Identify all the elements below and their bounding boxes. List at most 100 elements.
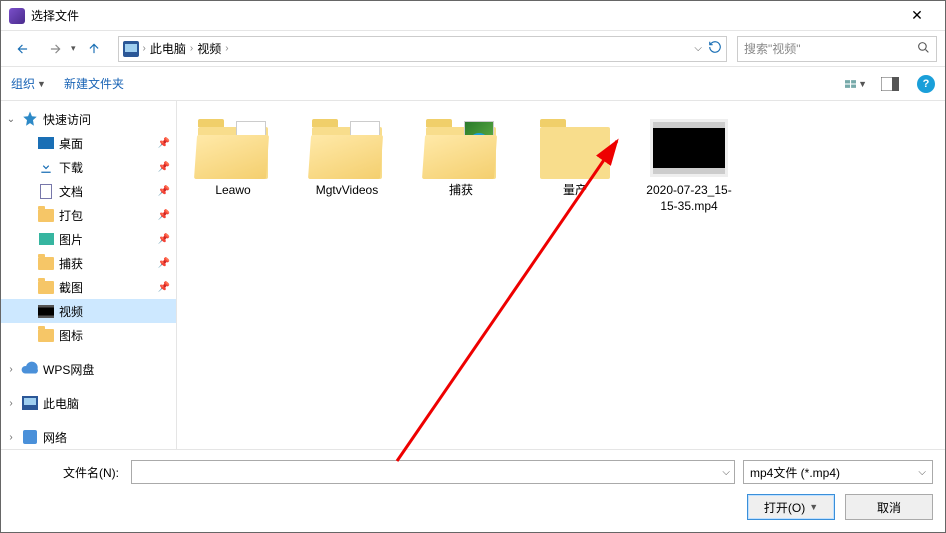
- file-item[interactable]: 2020-07-23_15-15-35.mp4: [641, 115, 737, 218]
- pin-icon: 📌: [158, 186, 170, 197]
- chevron-right-icon: ›: [1, 364, 21, 375]
- up-button[interactable]: [80, 35, 108, 63]
- sidebar-item-label: 截图: [59, 279, 83, 296]
- sidebar: ⌄ 快速访问 桌面 📌 下载 📌 文档 📌 打包 📌 图片 📌 捕获 📌 截图 📌 视频图标 › WPS网…: [1, 101, 177, 449]
- sidebar-item-label: 下载: [59, 159, 83, 176]
- sidebar-item-label: 桌面: [59, 135, 83, 152]
- pin-icon: 📌: [158, 234, 170, 245]
- bottom-bar: 文件名(N): ⌵ mp4文件 (*.mp4) ⌵ 打开(O) ▼ 取消: [1, 449, 945, 532]
- history-dropdown-icon[interactable]: ▾: [71, 43, 76, 54]
- sidebar-item-label: 图片: [59, 231, 83, 248]
- search-icon: [917, 41, 930, 57]
- sidebar-wps[interactable]: › WPS网盘: [1, 357, 176, 381]
- sidebar-item-label: 打包: [59, 207, 83, 224]
- chevron-right-icon: ›: [143, 43, 146, 54]
- app-icon: [9, 8, 25, 24]
- split-button-chevron-icon: ▼: [809, 502, 818, 512]
- organize-menu[interactable]: 组织 ▼: [11, 75, 46, 92]
- pin-icon: 📌: [158, 162, 170, 173]
- sidebar-item-label: 网络: [43, 429, 67, 446]
- refresh-button[interactable]: [708, 40, 722, 57]
- file-item[interactable]: 捕获: [413, 115, 509, 218]
- chevron-down-icon: ⌄: [1, 114, 21, 125]
- sidebar-item-label: 捕获: [59, 255, 83, 272]
- sidebar-item-label: 图标: [59, 327, 83, 344]
- open-button[interactable]: 打开(O) ▼: [747, 494, 835, 520]
- chevron-right-icon: ›: [225, 43, 228, 54]
- file-label: Leawo: [215, 183, 250, 199]
- file-label: 捕获: [449, 183, 473, 199]
- chevron-right-icon: ›: [190, 43, 193, 54]
- body: ⌄ 快速访问 桌面 📌 下载 📌 文档 📌 打包 📌 图片 📌 捕获 📌 截图 📌 视频图标 › WPS网…: [1, 101, 945, 449]
- filetype-value: mp4文件 (*.mp4): [750, 464, 840, 481]
- folder-icon: [37, 279, 55, 295]
- titlebar: 选择文件 ✕: [1, 1, 945, 31]
- sidebar-item-label: 文档: [59, 183, 83, 200]
- file-item[interactable]: 量产: [527, 115, 623, 218]
- sidebar-item[interactable]: 视频: [1, 299, 176, 323]
- window-title: 选择文件: [31, 7, 897, 24]
- forward-button[interactable]: [41, 35, 69, 63]
- folder-icon: [37, 327, 55, 343]
- folder-icon: [37, 255, 55, 271]
- filename-input[interactable]: ⌵: [131, 460, 735, 484]
- sidebar-item[interactable]: 文档 📌: [1, 179, 176, 203]
- sidebar-item[interactable]: 捕获 📌: [1, 251, 176, 275]
- search-input[interactable]: 搜索"视频": [737, 36, 937, 62]
- nav-row: ▾ › 此电脑 › 视频 › ⌵ 搜索"视频": [1, 31, 945, 67]
- address-bar[interactable]: › 此电脑 › 视频 › ⌵: [118, 36, 727, 62]
- sidebar-this-pc[interactable]: › 此电脑: [1, 391, 176, 415]
- breadcrumb-videos[interactable]: 视频: [197, 40, 221, 57]
- pin-icon: 📌: [158, 258, 170, 269]
- download-icon: [37, 159, 55, 175]
- breadcrumb-this-pc[interactable]: 此电脑: [150, 40, 186, 57]
- video-icon: [37, 303, 55, 319]
- back-button[interactable]: [9, 35, 37, 63]
- chevron-right-icon: ›: [1, 432, 21, 443]
- folder-icon: [536, 119, 614, 179]
- sidebar-item[interactable]: 图片 📌: [1, 227, 176, 251]
- file-label: MgtvVideos: [316, 183, 378, 199]
- toolbar: 组织 ▼ 新建文件夹 ▼ ?: [1, 67, 945, 101]
- sidebar-item-label: 视频: [59, 303, 83, 320]
- close-button[interactable]: ✕: [897, 7, 937, 24]
- sidebar-item[interactable]: 桌面 📌: [1, 131, 176, 155]
- cancel-button[interactable]: 取消: [845, 494, 933, 520]
- view-options-icon[interactable]: ▼: [845, 75, 867, 93]
- file-item[interactable]: Leawo: [185, 115, 281, 218]
- search-placeholder: 搜索"视频": [744, 40, 801, 57]
- chevron-down-icon: ⌵: [918, 467, 926, 478]
- filename-label: 文件名(N):: [13, 464, 123, 481]
- new-folder-button[interactable]: 新建文件夹: [64, 75, 124, 92]
- pin-icon: 📌: [158, 282, 170, 293]
- address-dropdown-icon[interactable]: ⌵: [694, 43, 702, 54]
- cloud-icon: [21, 361, 39, 377]
- sidebar-item[interactable]: 图标: [1, 323, 176, 347]
- pc-icon: [21, 395, 39, 411]
- file-pane[interactable]: Leawo MgtvVideos 捕获 量产 2020-07-23_15-15-35.m…: [177, 101, 945, 449]
- sidebar-item-label: WPS网盘: [43, 361, 94, 378]
- sidebar-quick-access[interactable]: ⌄ 快速访问: [1, 107, 176, 131]
- folder-icon: [194, 119, 272, 179]
- sidebar-item[interactable]: 打包 📌: [1, 203, 176, 227]
- desktop-icon: [37, 135, 55, 151]
- folder-icon: [422, 119, 500, 179]
- help-icon[interactable]: ?: [917, 75, 935, 93]
- sidebar-item[interactable]: 下载 📌: [1, 155, 176, 179]
- file-item[interactable]: MgtvVideos: [299, 115, 395, 218]
- sidebar-item-label: 此电脑: [43, 395, 79, 412]
- sidebar-network[interactable]: › 网络: [1, 425, 176, 449]
- picture-icon: [37, 231, 55, 247]
- star-icon: [21, 111, 39, 127]
- folder-icon: [308, 119, 386, 179]
- filetype-select[interactable]: mp4文件 (*.mp4) ⌵: [743, 460, 933, 484]
- sidebar-item[interactable]: 截图 📌: [1, 275, 176, 299]
- pin-icon: 📌: [158, 210, 170, 221]
- chevron-right-icon: ›: [1, 398, 21, 409]
- network-icon: [21, 429, 39, 445]
- preview-pane-icon[interactable]: [879, 75, 901, 93]
- file-label: 量产: [563, 183, 587, 199]
- pc-icon: [123, 41, 139, 57]
- document-icon: [37, 183, 55, 199]
- pin-icon: 📌: [158, 138, 170, 149]
